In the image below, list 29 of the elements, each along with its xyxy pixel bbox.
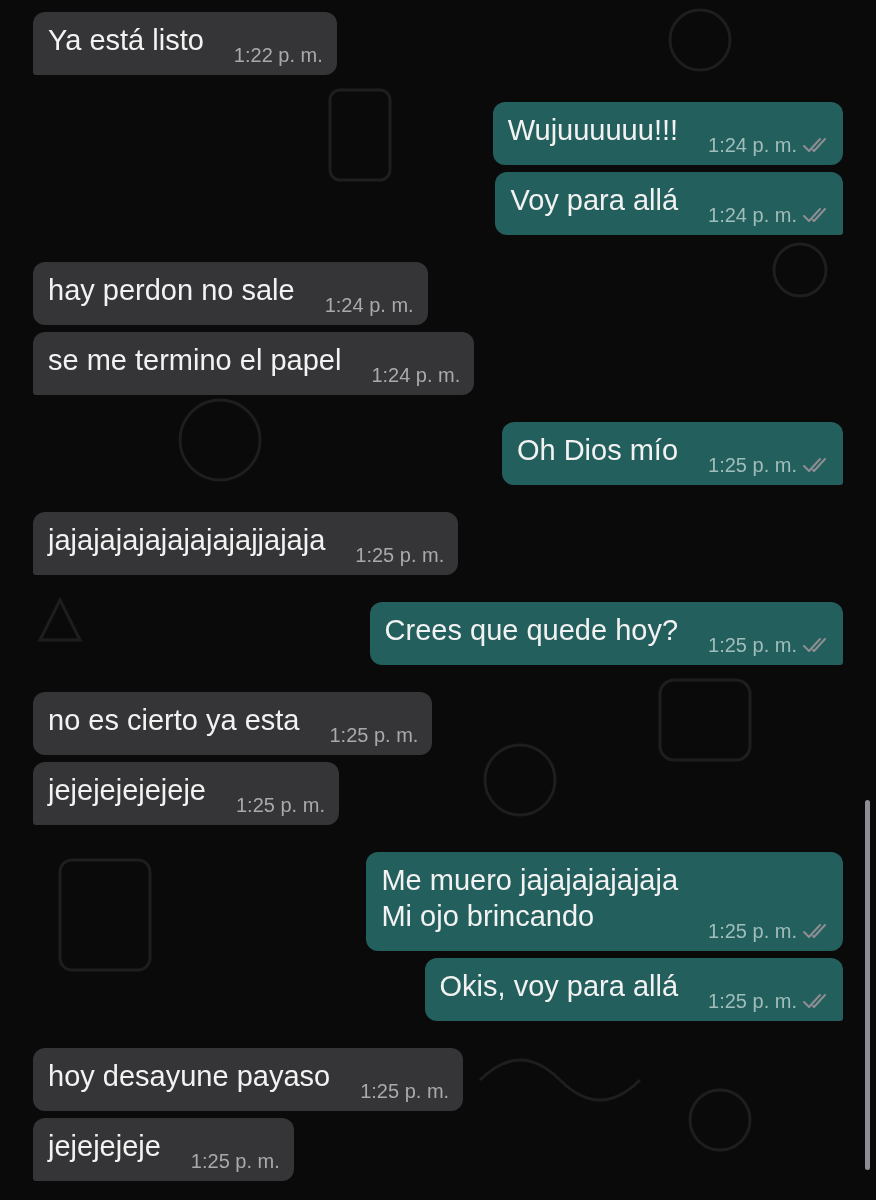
message-time: 1:25 p. m. [708,633,797,657]
message-text: no es cierto ya esta [48,703,300,738]
message-text: Voy para allá [510,183,679,218]
message-text: Oh Dios mío [516,433,679,468]
message-text: se me termino el papel [48,343,342,378]
message-text: jajajajajajajajajajjajaja [48,523,326,558]
message-time: 1:25 p. m. [236,793,325,817]
message-time: 1:25 p. m. [708,919,797,943]
message-text: jejejejeje [48,1129,161,1164]
message-text: hay perdon no sale [48,273,295,308]
message-text: Wujuuuuuu!!! [507,113,679,148]
message-time: 1:25 p. m. [190,1149,280,1173]
message-text: hoy desayune payaso [48,1059,331,1094]
message-time: 1:25 p. m. [708,453,797,477]
message-text: jejejejejejeje [48,773,206,808]
message-time: 1:24 p. m. [371,363,461,387]
message-time: 1:24 p. m. [708,203,797,227]
scroll-bar[interactable] [865,800,870,1170]
message-time: 1:25 p. m. [360,1079,450,1103]
message-time: 1:22 p. m. [233,43,323,67]
message-time: 1:25 p. m. [708,989,797,1013]
message-time: 1:24 p. m. [708,133,797,157]
message-time: 1:25 p. m. [329,723,419,747]
message-text: Okis, voy para allá [439,969,679,1004]
message-text: Crees que quede hoy? [384,613,679,648]
message-text: Me muero jajajajajajaja Mi ojo brincando [381,863,679,934]
message-time: 1:25 p. m. [355,543,445,567]
message-text: Ya está listo [48,23,204,58]
message-time: 1:24 p. m. [324,293,414,317]
